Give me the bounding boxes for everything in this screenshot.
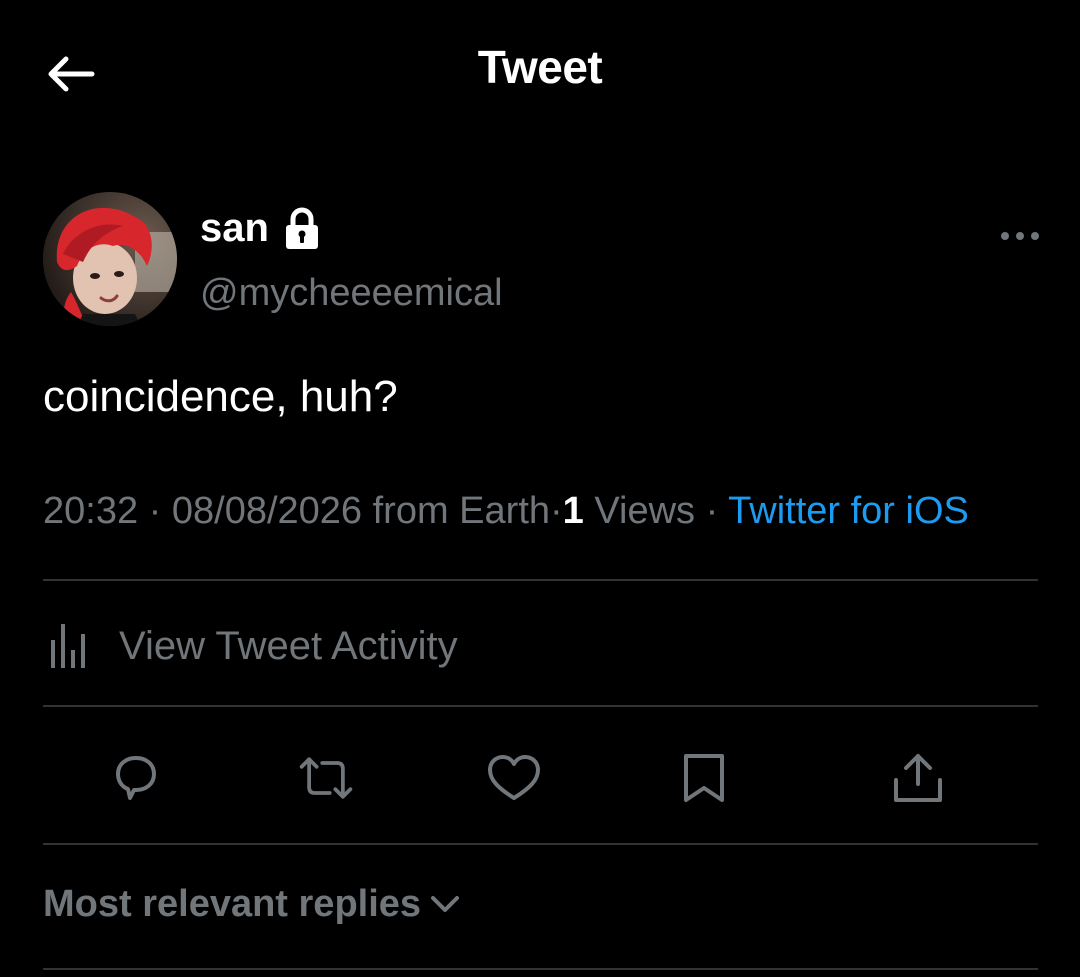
source-link[interactable]: Twitter for iOS [728, 490, 969, 532]
share-icon [894, 754, 942, 802]
more-options-button[interactable] [996, 222, 1044, 250]
bar-chart-icon [51, 624, 85, 668]
share-button[interactable] [888, 748, 948, 808]
tweet-text: coincidence, huh? [43, 372, 398, 421]
view-tweet-activity-button[interactable]: View Tweet Activity [43, 618, 458, 674]
replies-sort-label: Most relevant replies [43, 882, 422, 925]
views-count[interactable]: 1 [563, 490, 584, 532]
separator: · [705, 490, 719, 532]
like-button[interactable] [484, 748, 544, 808]
retweet-button[interactable] [296, 748, 356, 808]
reply-button[interactable] [106, 748, 166, 808]
top-bar: Tweet [0, 0, 1080, 140]
retweet-icon [299, 757, 353, 799]
replies-sort-button[interactable]: Most relevant replies [43, 878, 461, 930]
avatar-photo [43, 192, 177, 326]
tweet-time: 20:32 [43, 490, 139, 532]
activity-label: View Tweet Activity [119, 623, 458, 668]
avatar[interactable] [43, 192, 177, 326]
tweet-date: 08/08/2026 [171, 490, 363, 532]
author-name: san [200, 205, 269, 250]
author-handle: @mycheeeemical [200, 272, 503, 314]
heart-icon [488, 755, 540, 800]
page-title: Tweet [477, 41, 603, 93]
chevron-down-icon [431, 896, 460, 912]
lock-icon [285, 207, 318, 249]
divider [43, 843, 1038, 845]
bookmark-icon [684, 754, 724, 802]
divider [43, 579, 1038, 581]
author-name-row[interactable]: san [200, 200, 321, 256]
bookmark-button[interactable] [674, 748, 734, 808]
separator: · [148, 490, 162, 532]
views-label[interactable]: Views [594, 490, 695, 532]
divider [43, 705, 1038, 707]
more-dots-icon [1001, 232, 1039, 240]
tweet-metadata: 20:32 · 08/08/2026 from Earth·1 Views · … [43, 490, 969, 533]
reply-icon [116, 756, 156, 800]
tweet-location: from Earth [372, 490, 551, 532]
separator: · [550, 490, 563, 532]
divider [43, 968, 1038, 970]
